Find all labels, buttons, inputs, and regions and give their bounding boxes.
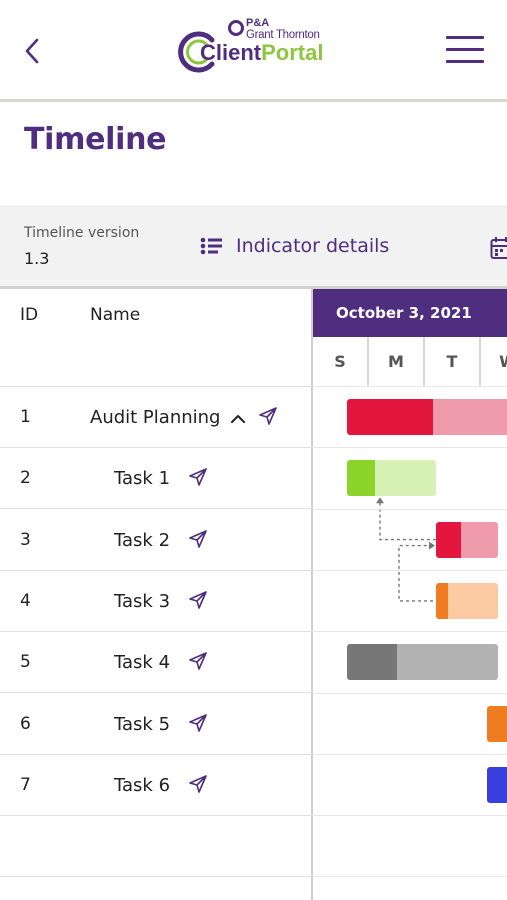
gantt-bar-progress <box>347 644 397 681</box>
chart-row-divider <box>313 386 507 387</box>
gantt-bar[interactable] <box>347 644 498 681</box>
gantt-bar-progress <box>347 460 375 497</box>
table-row[interactable]: 7 Task 6 <box>0 755 313 816</box>
grant-thornton-icon <box>228 20 244 36</box>
task-name: Task 5 <box>114 713 171 735</box>
task-table: ID Name 1 Audit Planning 2 Task 1 3 Task 2 4 Ta… <box>0 289 313 900</box>
timeline-version-value: 1.3 <box>24 249 50 268</box>
task-id: 2 <box>20 468 31 489</box>
gantt-bar-progress <box>436 582 448 619</box>
empty-row <box>0 816 313 878</box>
send-icon[interactable] <box>188 467 208 487</box>
chart-row-divider <box>313 692 507 694</box>
chart-row-divider <box>313 569 507 571</box>
table-row[interactable]: 4 Task 3 <box>0 571 313 632</box>
timeline-info-bar: Timeline version 1.3 Indicator details <box>0 205 507 289</box>
gantt-chart: October 3, 2021 SMTW <box>313 289 507 900</box>
day-label: T <box>446 352 458 371</box>
row-actions <box>230 406 278 426</box>
logo-pa-text: P&A <box>246 17 270 29</box>
list-icon <box>200 237 222 255</box>
dependency-arrow <box>376 497 384 504</box>
send-icon[interactable] <box>188 529 208 549</box>
gantt-bar[interactable] <box>436 521 498 558</box>
send-icon[interactable] <box>188 713 208 733</box>
logo-client-text: Client <box>200 40 262 65</box>
day-column-header: T <box>425 337 481 387</box>
task-id: 3 <box>20 529 31 550</box>
task-name: Task 2 <box>114 529 171 551</box>
task-id: 5 <box>20 652 31 673</box>
chart-row-divider <box>313 815 507 817</box>
row-actions <box>188 529 208 549</box>
table-row[interactable]: 3 Task 2 <box>0 510 313 571</box>
back-button[interactable] <box>18 34 48 68</box>
task-id: 4 <box>20 590 31 611</box>
timeline-screen: P&A Grant Thornton ClientPortal Timeline… <box>0 0 507 900</box>
chart-row-divider <box>313 876 507 878</box>
day-column-header: W <box>481 337 507 387</box>
table-row[interactable]: 1 Audit Planning <box>0 387 313 448</box>
day-label: S <box>334 352 346 371</box>
logo-wordmark: ClientPortal <box>200 40 323 66</box>
task-name: Audit Planning <box>90 407 221 428</box>
gantt-bar[interactable] <box>487 705 507 742</box>
gantt-grid: ID Name 1 Audit Planning 2 Task 1 3 Task 2 4 Ta… <box>0 289 507 900</box>
send-icon[interactable] <box>258 406 278 426</box>
app-header: P&A Grant Thornton ClientPortal <box>0 0 507 102</box>
chart-row-divider <box>313 631 507 633</box>
chart-row-divider <box>313 447 507 449</box>
table-row[interactable]: 6 Task 5 <box>0 694 313 755</box>
gantt-bar-progress <box>436 521 461 558</box>
table-row[interactable]: 5 Task 4 <box>0 632 313 694</box>
calendar-icon[interactable] <box>490 236 507 260</box>
column-header-name: Name <box>90 305 141 325</box>
column-header-id: ID <box>20 305 39 325</box>
gantt-bar-progress <box>487 705 507 742</box>
timeline-version-label: Timeline version <box>24 225 140 241</box>
table-row[interactable]: 2 Task 1 <box>0 448 313 510</box>
task-name: Task 1 <box>114 468 171 490</box>
gantt-bar[interactable] <box>347 460 436 497</box>
chevron-up-icon[interactable] <box>230 410 246 423</box>
task-id: 7 <box>20 774 31 795</box>
send-icon[interactable] <box>188 590 208 610</box>
dependency-line <box>398 544 433 602</box>
dependency-arrow <box>429 541 435 550</box>
chart-row-divider <box>313 508 507 510</box>
send-icon[interactable] <box>188 651 208 671</box>
logo-portal-text: Portal <box>261 40 324 65</box>
day-label: M <box>388 352 404 371</box>
row-actions <box>188 590 208 610</box>
task-name: Task 3 <box>114 590 171 612</box>
hamburger-icon <box>446 36 484 39</box>
task-name: Task 6 <box>114 774 171 796</box>
row-actions <box>188 774 208 794</box>
row-actions <box>188 467 208 487</box>
chevron-left-icon <box>25 38 39 64</box>
chart-row-divider <box>313 753 507 755</box>
gantt-bar-progress <box>487 766 507 803</box>
day-column-header: M <box>369 337 425 387</box>
client-portal-logo: P&A Grant Thornton ClientPortal <box>176 16 336 78</box>
gantt-bar[interactable] <box>436 582 498 619</box>
task-id: 1 <box>20 407 31 427</box>
indicator-details-button[interactable]: Indicator details <box>200 235 389 257</box>
task-id: 6 <box>20 713 31 734</box>
gantt-bar[interactable] <box>347 399 507 435</box>
gantt-bar[interactable] <box>487 766 507 803</box>
indicator-details-label: Indicator details <box>236 235 390 257</box>
send-icon[interactable] <box>188 774 208 794</box>
page-title: Timeline <box>24 122 167 157</box>
gantt-bar-progress <box>347 399 433 435</box>
task-name: Task 4 <box>114 652 171 674</box>
day-column-header: S <box>313 337 369 387</box>
row-actions <box>188 651 208 671</box>
row-actions <box>188 713 208 733</box>
hamburger-menu-button[interactable] <box>446 36 486 66</box>
day-label: W <box>481 352 507 371</box>
